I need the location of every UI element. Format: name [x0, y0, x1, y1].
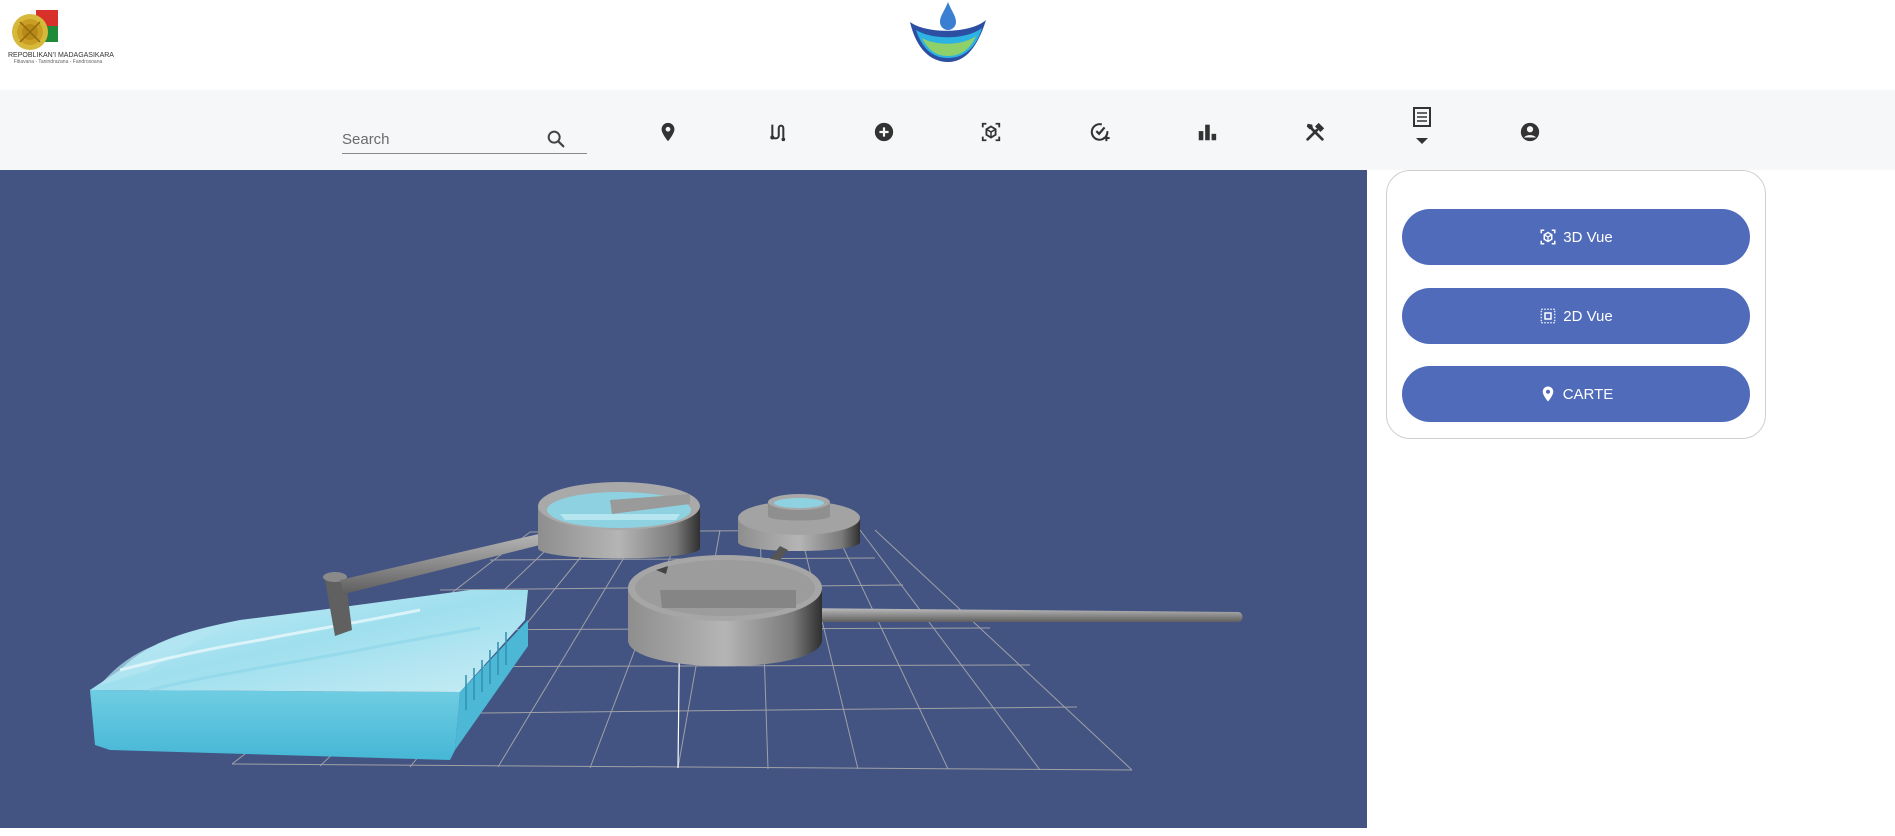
location-pin-icon — [1542, 386, 1553, 402]
tank-3 — [628, 555, 822, 667]
route-icon[interactable] — [762, 118, 790, 146]
ministry-water-logo — [906, 0, 990, 66]
search-icon[interactable] — [545, 128, 567, 150]
search-bar — [342, 126, 587, 154]
republic-emblem-logo: REPOBLIKAN'I MADAGASIKARA Fitiavana - Ta… — [6, 2, 114, 66]
map-button[interactable]: CARTE — [1402, 366, 1750, 422]
2d-view-label: 2D Vue — [1563, 307, 1613, 325]
check-add-icon[interactable] — [1086, 118, 1114, 146]
water-basin — [90, 590, 528, 760]
view-3d-icon[interactable] — [977, 118, 1005, 146]
view-switch-panel: 3D Vue 2D Vue CARTE — [1386, 170, 1766, 439]
outlet-pipe — [790, 608, 1243, 622]
search-input[interactable] — [342, 128, 542, 150]
map-label: CARTE — [1562, 385, 1614, 403]
tools-icon[interactable] — [1301, 118, 1329, 146]
list-document-icon — [1413, 107, 1431, 144]
bar-chart-icon[interactable] — [1193, 118, 1221, 146]
add-circle-icon[interactable] — [870, 118, 898, 146]
main-toolbar — [0, 90, 1895, 170]
view-2d-icon — [1540, 308, 1556, 324]
view-3d-icon — [1540, 229, 1556, 245]
emblem-motto: Fitiavana - Tanindrazana - Fandrosoana — [13, 59, 103, 65]
water-drop-logo-icon — [910, 2, 986, 62]
app-header: REPOBLIKAN'I MADAGASIKARA Fitiavana - Ta… — [0, 0, 1895, 90]
3d-scene — [90, 482, 1243, 771]
location-pin-icon[interactable] — [654, 118, 682, 146]
3d-view-label: 3D Vue — [1563, 228, 1613, 246]
chevron-down-icon — [1416, 138, 1428, 144]
tank-2 — [738, 494, 860, 551]
tank-1 — [538, 482, 700, 559]
list-document-dropdown[interactable] — [1408, 106, 1436, 150]
3d-view-button[interactable]: 3D Vue — [1402, 209, 1750, 265]
account-circle-icon[interactable] — [1516, 118, 1544, 146]
2d-view-button[interactable]: 2D Vue — [1402, 288, 1750, 344]
3d-viewport[interactable] — [0, 170, 1367, 828]
